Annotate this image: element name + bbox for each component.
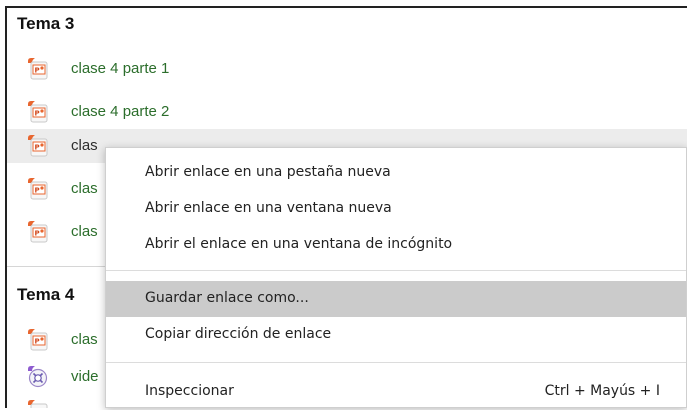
file-link[interactable]: clas (71, 180, 98, 197)
svg-text:P: P (35, 144, 40, 152)
menu-item-open-new-tab[interactable]: Abrir enlace en una pestaña nueva (106, 155, 686, 191)
menu-item-label: Inspeccionar (145, 383, 234, 399)
list-item[interactable]: P clase 4 parte 2 (7, 95, 687, 129)
section-title-tema-3: Tema 3 (17, 14, 75, 33)
powerpoint-icon: P (28, 178, 48, 200)
file-link[interactable]: clas (71, 223, 98, 240)
powerpoint-icon (28, 400, 48, 408)
svg-text:P: P (35, 338, 40, 346)
file-link[interactable]: vide (71, 368, 99, 385)
menu-separator (106, 362, 686, 363)
video-icon (28, 366, 48, 388)
menu-separator (106, 270, 686, 271)
powerpoint-icon: P (28, 58, 48, 80)
svg-text:P: P (35, 230, 40, 238)
file-link[interactable]: clase 4 parte 1 (71, 60, 169, 77)
list-item[interactable]: P clase 4 parte 1 (7, 52, 687, 86)
file-link[interactable]: clas (71, 331, 98, 348)
svg-text:P: P (35, 187, 40, 195)
powerpoint-icon: P (28, 135, 48, 157)
menu-item-open-incognito[interactable]: Abrir el enlace en una ventana de incógn… (106, 227, 686, 263)
menu-item-save-link-as[interactable]: Guardar enlace como... (106, 281, 686, 317)
file-link[interactable]: clas (71, 137, 98, 154)
context-menu: Abrir enlace en una pestaña nueva Abrir … (105, 147, 687, 408)
svg-text:P: P (35, 67, 40, 75)
menu-item-copy-link-address[interactable]: Copiar dirección de enlace (106, 317, 686, 353)
file-link[interactable]: clase 4 parte 2 (71, 103, 169, 120)
menu-item-label: Abrir enlace en una ventana nueva (145, 200, 392, 216)
section-title-tema-4: Tema 4 (17, 285, 75, 304)
menu-item-inspect[interactable]: Inspeccionar Ctrl + Mayús + I (106, 374, 686, 410)
menu-item-shortcut: Ctrl + Mayús + I (544, 383, 660, 399)
svg-text:P: P (35, 110, 40, 118)
menu-item-label: Copiar dirección de enlace (145, 326, 332, 342)
menu-item-open-new-window[interactable]: Abrir enlace en una ventana nueva (106, 191, 686, 227)
menu-item-label: Guardar enlace como... (145, 290, 309, 306)
powerpoint-icon: P (28, 221, 48, 243)
menu-item-label: Abrir enlace en una pestaña nueva (145, 164, 391, 180)
menu-item-label: Abrir el enlace en una ventana de incógn… (145, 236, 453, 252)
powerpoint-icon: P (28, 329, 48, 351)
powerpoint-icon: P (28, 101, 48, 123)
